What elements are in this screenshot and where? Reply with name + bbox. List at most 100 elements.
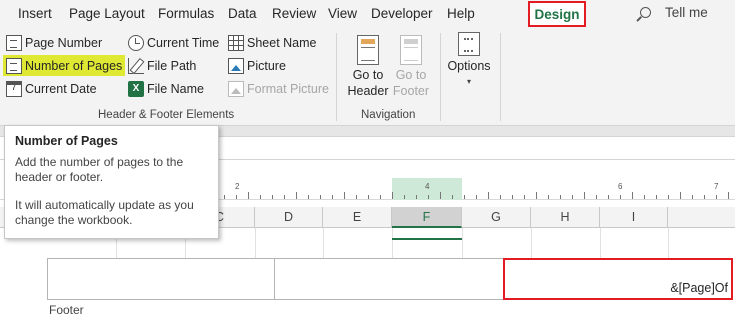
ruler-tick: [692, 195, 693, 199]
ruler-tick: [380, 195, 381, 199]
tab-help[interactable]: Help: [447, 6, 475, 21]
tab-design-label: Design: [534, 7, 580, 22]
ruler-tick: [572, 195, 573, 199]
calendar-icon: 7: [6, 80, 22, 97]
file-path-label: File Path: [147, 58, 197, 73]
page-number-button[interactable]: Page Number: [6, 32, 102, 53]
ruler-tick: [596, 195, 597, 199]
tab-formulas[interactable]: Formulas: [158, 6, 214, 21]
header-page-icon: [357, 35, 379, 65]
ruler-tick: [224, 195, 225, 199]
tab-data[interactable]: Data: [228, 6, 257, 21]
go-to-footer-line1: Go to: [395, 68, 427, 82]
ruler-tick: [608, 195, 609, 199]
ruler-tick: [728, 192, 729, 199]
column-header-i[interactable]: I: [600, 207, 668, 228]
file-path-button[interactable]: File Path: [128, 55, 196, 76]
gridline: [462, 228, 463, 258]
column-header-h[interactable]: H: [531, 207, 600, 228]
ruler-tick: [392, 192, 393, 199]
column-header-g[interactable]: G: [462, 207, 531, 228]
ruler-tick: [296, 192, 297, 199]
ruler-tick: [452, 195, 453, 199]
ruler-tick: [320, 195, 321, 199]
go-to-header-line1: Go to: [352, 68, 384, 82]
folder-path-icon: [128, 57, 144, 74]
number-of-pages-tooltip: Number of Pages Add the number of pages …: [4, 125, 219, 239]
column-header-d[interactable]: D: [255, 207, 323, 228]
tooltip-body-line: Add the number of pages to the: [15, 155, 184, 169]
ruler-tick: [512, 195, 513, 199]
tab-developer[interactable]: Developer: [371, 6, 433, 21]
tell-me-label: Tell me: [665, 5, 708, 20]
ruler-tick: [260, 195, 261, 199]
ruler-tick: [536, 192, 537, 199]
current-time-label: Current Time: [147, 35, 220, 50]
page-number-label: Page Number: [25, 35, 103, 50]
picture-icon: [228, 57, 244, 74]
ruler-tick: [356, 195, 357, 199]
options-button[interactable]: Options ▾: [445, 32, 493, 90]
tab-page-layout[interactable]: Page Layout: [69, 6, 145, 21]
go-to-footer-button[interactable]: Go to Footer: [390, 35, 432, 99]
ruler-number: 7: [714, 182, 719, 191]
ruler-tick: [248, 192, 249, 199]
file-name-label: File Name: [147, 81, 204, 96]
footer-section-divider: [274, 258, 275, 300]
ruler-tick: [476, 195, 477, 199]
current-date-label: Current Date: [25, 81, 97, 96]
tab-design[interactable]: Design: [528, 1, 586, 27]
tooltip-title: Number of Pages: [15, 134, 118, 148]
menu-bar: Insert Page Layout Formulas Data Review …: [0, 0, 735, 29]
picture-button[interactable]: Picture: [228, 55, 286, 76]
ruler-tick: [620, 195, 621, 199]
footer-label: Footer: [49, 303, 84, 317]
excel-file-icon: X: [128, 80, 144, 97]
ruler-tick: [488, 192, 489, 199]
ruler-tick: [680, 192, 681, 199]
sheet-grid-icon: [228, 34, 244, 51]
ruler-tick: [440, 192, 441, 199]
group-label-header-footer-elements: Header & Footer Elements: [98, 109, 235, 121]
column-header-f[interactable]: F: [392, 207, 462, 228]
page-number-icon: [6, 34, 22, 51]
search-icon: [640, 7, 651, 18]
chevron-down-icon: ▾: [466, 77, 471, 86]
gridline: [600, 228, 601, 258]
ruler-number: 6: [618, 182, 623, 191]
tooltip-body-line: It will automatically update as you: [15, 198, 194, 212]
footer-right-section[interactable]: &[Page]Of: [503, 258, 733, 300]
footer-right-text: &[Page]Of: [670, 281, 728, 295]
gridline: [323, 228, 324, 258]
ruler-tick: [332, 195, 333, 199]
ruler-tick: [344, 192, 345, 199]
ruler-tick: [404, 195, 405, 199]
tab-insert[interactable]: Insert: [18, 6, 52, 21]
tell-me-search[interactable]: Tell me: [640, 5, 708, 20]
ruler-tick: [284, 195, 285, 199]
ruler-tick: [656, 195, 657, 199]
tab-review[interactable]: Review: [272, 6, 316, 21]
ruler-tick: [668, 195, 669, 199]
ruler-tick: [236, 195, 237, 199]
ribbon-separator: [500, 33, 501, 121]
ruler-tick: [716, 195, 717, 199]
ruler-tick: [464, 195, 465, 199]
gridline: [392, 228, 393, 258]
tab-view[interactable]: View: [328, 6, 357, 21]
sheet-name-button[interactable]: Sheet Name: [228, 32, 316, 53]
format-picture-button[interactable]: Format Picture: [228, 78, 329, 99]
ruler-tick: [632, 192, 633, 199]
ruler-number: 4: [425, 182, 430, 191]
current-time-button[interactable]: Current Time: [128, 32, 219, 53]
go-to-header-button[interactable]: Go to Header: [346, 35, 390, 99]
format-picture-icon: [228, 80, 244, 97]
ruler-tick: [368, 195, 369, 199]
clock-icon: [128, 34, 144, 51]
current-date-button[interactable]: 7 Current Date: [6, 78, 97, 99]
number-of-pages-button[interactable]: Number of Pages: [3, 55, 126, 76]
column-header-e[interactable]: E: [323, 207, 392, 228]
ruler-tick: [644, 195, 645, 199]
group-label-navigation: Navigation: [361, 109, 416, 121]
file-name-button[interactable]: X File Name: [128, 78, 204, 99]
